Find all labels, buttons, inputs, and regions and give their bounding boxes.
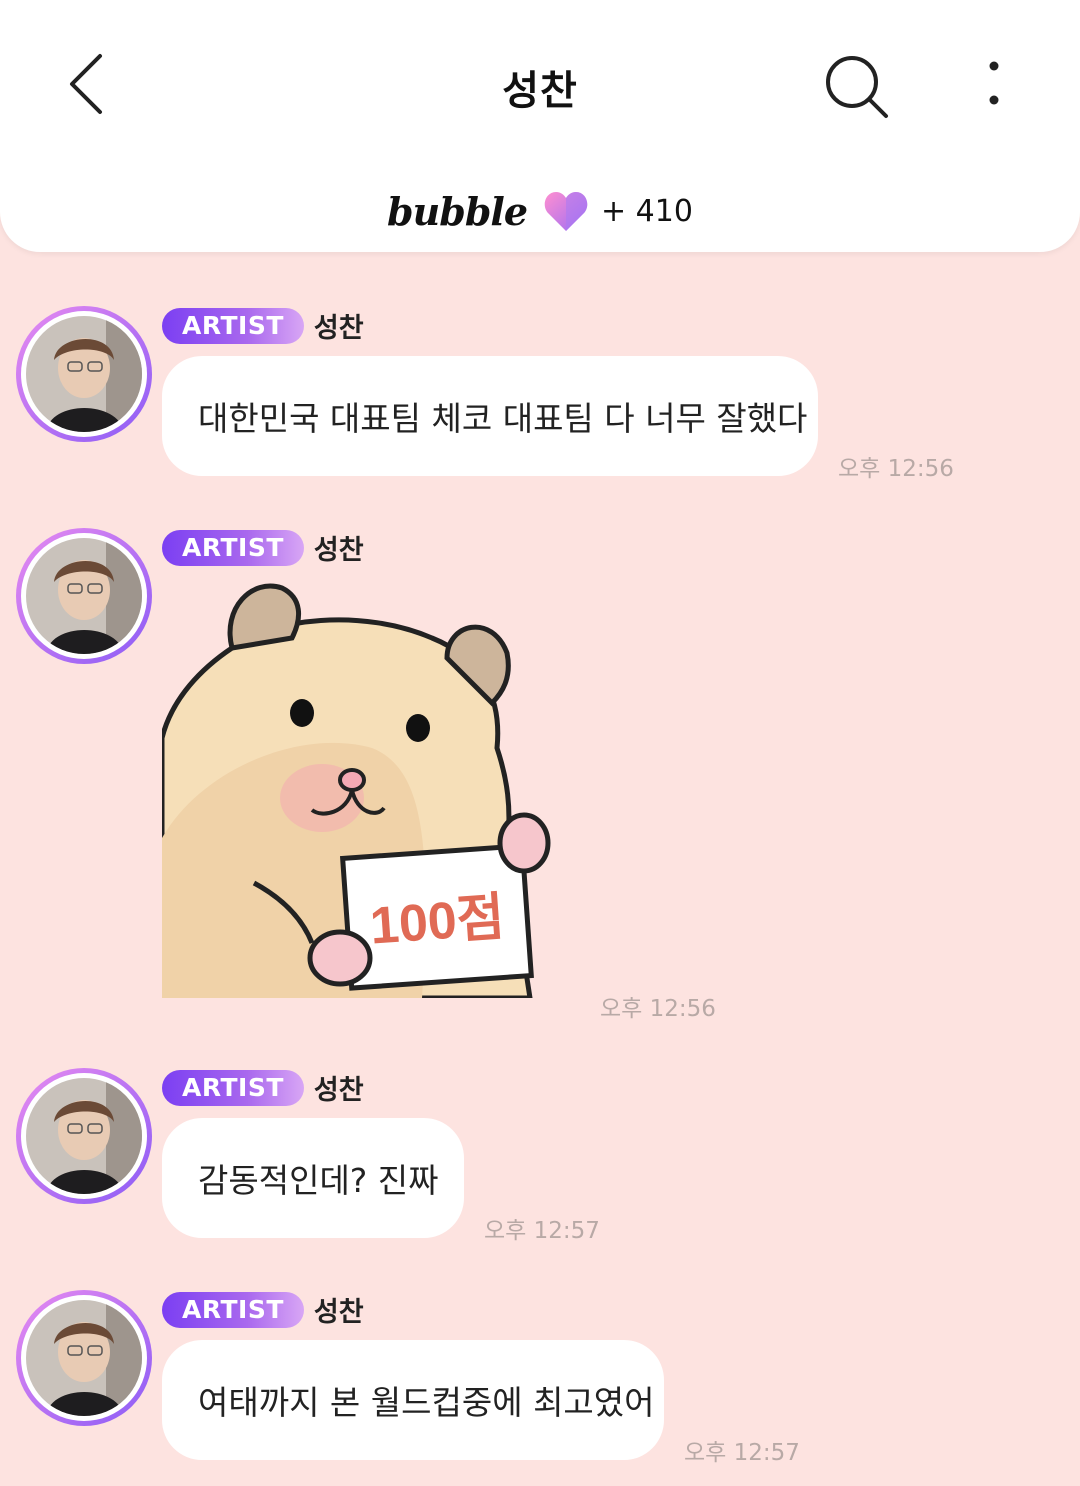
artist-badge: ARTIST	[162, 529, 304, 566]
heart-icon	[544, 192, 588, 231]
profile-photo	[26, 1078, 142, 1194]
hamster-sticker-image: 100점	[159, 583, 551, 1001]
avatar[interactable]	[16, 306, 152, 442]
points-count: + 410	[601, 193, 693, 229]
sender-row: ARTIST 성찬	[162, 306, 364, 345]
more-vertical-icon	[989, 61, 999, 105]
message-time: 오후 12:57	[684, 1440, 800, 1466]
message-time: 오후 12:56	[838, 456, 954, 482]
profile-photo	[26, 538, 142, 654]
search-button[interactable]	[824, 54, 892, 120]
page-title: 성찬	[502, 68, 578, 114]
message-bubble[interactable]: 여태까지 본 월드컵중에 최고였어	[162, 1340, 664, 1460]
message-time: 오후 12:57	[484, 1218, 600, 1244]
sender-row: ARTIST 성찬	[162, 1290, 364, 1329]
bubble-logo: bubble	[387, 188, 528, 234]
profile-photo	[26, 316, 142, 432]
sender-row: ARTIST 성찬	[162, 1068, 364, 1107]
message-time: 오후 12:56	[600, 996, 716, 1022]
artist-badge: ARTIST	[162, 1069, 304, 1106]
message-bubble[interactable]: 대한민국 대표팀 체코 대표팀 다 너무 잘했다	[162, 356, 818, 476]
avatar[interactable]	[16, 1068, 152, 1204]
sticker-score-text: 100점	[368, 888, 506, 955]
avatar[interactable]	[16, 1290, 152, 1426]
avatar[interactable]	[16, 528, 152, 664]
sender-name: 성찬	[313, 1297, 364, 1328]
bubble-points-bar: bubble + 410	[0, 186, 1080, 236]
message-bubble[interactable]: 감동적인데? 진짜	[162, 1118, 464, 1238]
hamster-sticker[interactable]: 100점	[159, 578, 562, 1001]
sender-name: 성찬	[313, 1075, 364, 1106]
chat-header: 성찬 bubble + 410	[0, 0, 1080, 252]
sender-name: 성찬	[313, 535, 364, 566]
profile-photo	[26, 1300, 142, 1416]
search-icon	[826, 56, 888, 118]
artist-badge: ARTIST	[162, 307, 304, 344]
artist-badge: ARTIST	[162, 1291, 304, 1328]
sender-name: 성찬	[313, 313, 364, 344]
more-options-button[interactable]	[974, 58, 1014, 114]
sender-row: ARTIST 성찬	[162, 528, 364, 567]
